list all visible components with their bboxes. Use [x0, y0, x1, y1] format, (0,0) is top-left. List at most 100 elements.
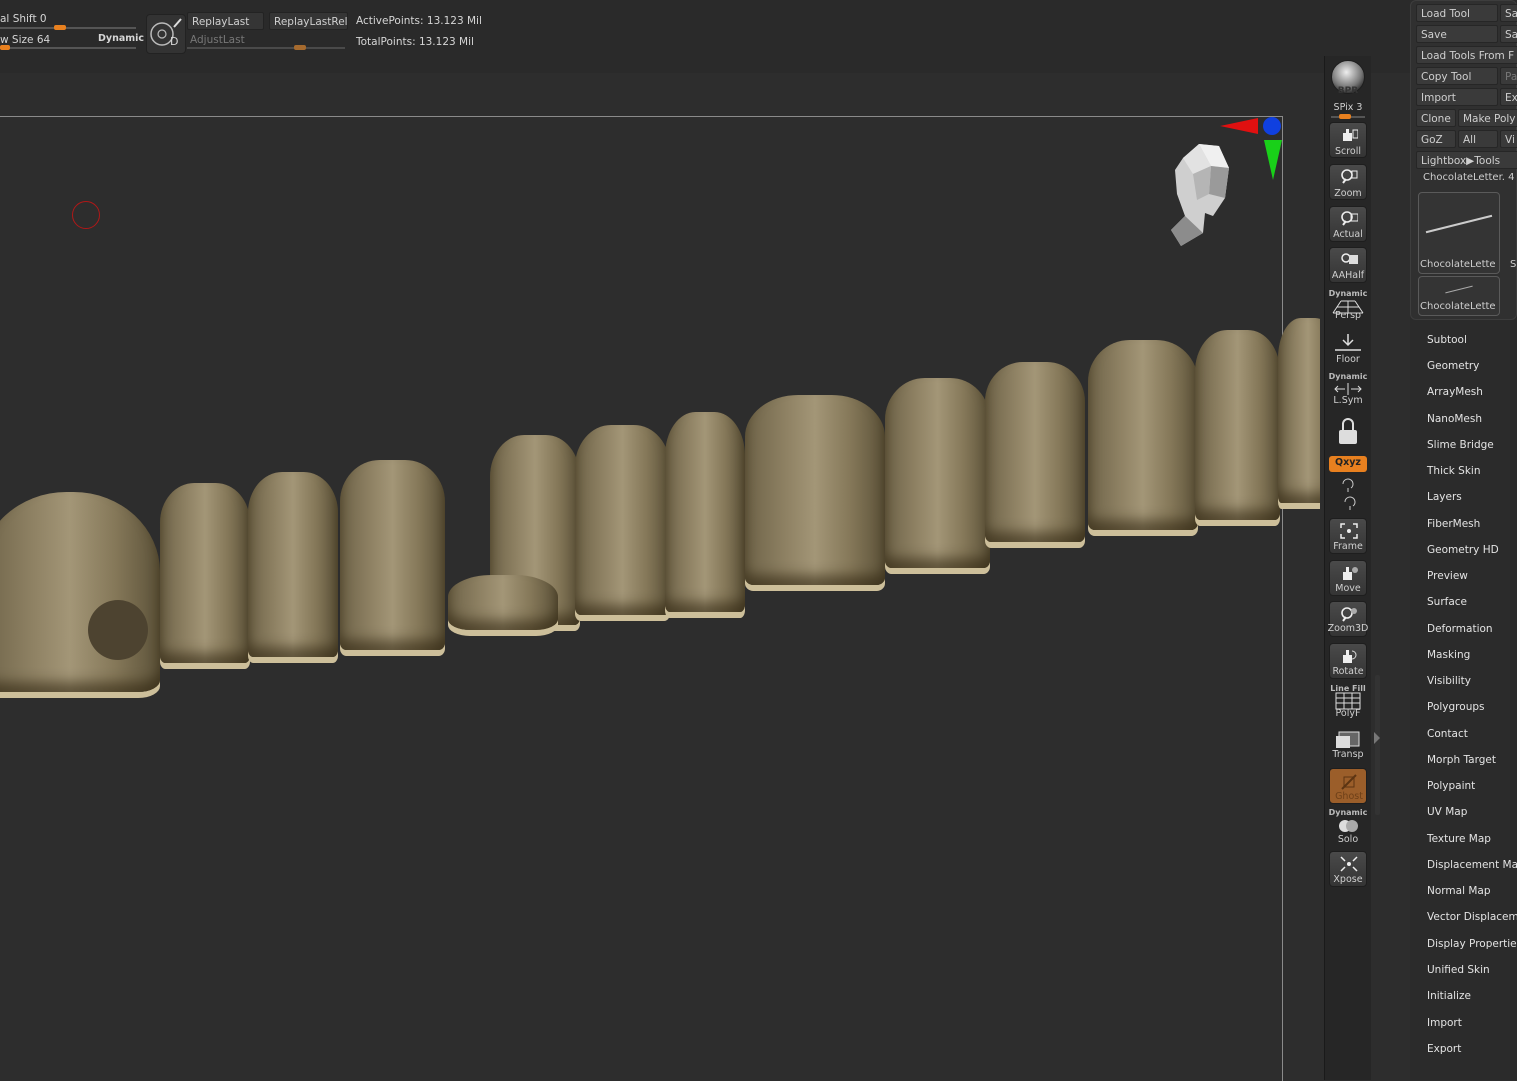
goz-button[interactable]: GoZ: [1416, 130, 1456, 148]
local-symmetry-icon[interactable]: [1333, 382, 1363, 396]
zoom-label: Zoom: [1334, 188, 1362, 199]
menu-geometry[interactable]: Geometry: [1427, 360, 1479, 372]
paste-tool-button[interactable]: Pa: [1500, 67, 1517, 85]
tool-thumbnail-2-label: ChocolateLette: [1420, 301, 1496, 312]
brush-cursor: [72, 201, 100, 229]
export-button[interactable]: Ex: [1500, 88, 1517, 106]
tool-palette-header: Load Tool Sa Save Sa Load Tools From F C…: [1410, 0, 1517, 320]
scroll-hand-icon: [1343, 129, 1358, 141]
letter-m-right: [985, 362, 1085, 542]
menu-layers[interactable]: Layers: [1427, 491, 1462, 503]
menu-polypaint[interactable]: Polypaint: [1427, 780, 1475, 792]
collapse-arrow-icon[interactable]: [1374, 732, 1380, 744]
draw-size-slider-knob[interactable]: [0, 45, 10, 50]
menu-initialize[interactable]: Initialize: [1427, 990, 1471, 1002]
menu-vector-displacement[interactable]: Vector Displacem: [1427, 911, 1517, 923]
lsym-label: L.Sym: [1333, 395, 1363, 406]
brush-selector-button[interactable]: D: [146, 14, 186, 54]
transp-label: Transp: [1332, 749, 1364, 760]
letter-g-hole: [88, 600, 148, 660]
menu-contact[interactable]: Contact: [1427, 728, 1468, 740]
transparency-icon[interactable]: [1335, 730, 1361, 750]
menu-arraymesh[interactable]: ArrayMesh: [1427, 386, 1483, 398]
actual-size-icon: [1341, 211, 1358, 226]
menu-import[interactable]: Import: [1427, 1017, 1462, 1029]
spix-label: SPix 3: [1333, 102, 1363, 113]
replay-last-button[interactable]: ReplayLast: [187, 12, 264, 30]
lsym-dynamic-label: Dynamic: [1328, 372, 1368, 381]
goz-visible-button[interactable]: Vi: [1500, 130, 1517, 148]
menu-preview[interactable]: Preview: [1427, 570, 1468, 582]
rotate-axes-icon[interactable]: [1339, 476, 1357, 512]
top-toolbar: al Shift 0 w Size 64 Dynamic D ReplayLas…: [0, 0, 1410, 73]
save-secondary-button[interactable]: Sa: [1500, 25, 1517, 43]
menu-fibermesh[interactable]: FiberMesh: [1427, 518, 1480, 530]
load-tools-from-project-button[interactable]: Load Tools From F: [1416, 46, 1517, 64]
axis-gizmo[interactable]: [1216, 114, 1286, 184]
rotate-label: Rotate: [1332, 666, 1364, 677]
menu-polygroups[interactable]: Polygroups: [1427, 701, 1484, 713]
ghost-label: Ghost: [1335, 791, 1363, 802]
floor-label: Floor: [1336, 354, 1360, 365]
menu-slime-bridge[interactable]: Slime Bridge: [1427, 439, 1494, 451]
xyz-symmetry-button[interactable]: Qxyz: [1329, 456, 1367, 472]
menu-unified-skin[interactable]: Unified Skin: [1427, 964, 1490, 976]
aahalf-label: AAHalf: [1331, 270, 1365, 281]
rotate-icon: [1343, 650, 1357, 663]
menu-texture-map[interactable]: Texture Map: [1427, 833, 1491, 845]
xpose-label: Xpose: [1333, 874, 1363, 885]
save-button[interactable]: Save: [1416, 25, 1498, 43]
menu-nanomesh[interactable]: NanoMesh: [1427, 413, 1482, 425]
menu-displacement-map[interactable]: Displacement Ma: [1427, 859, 1517, 871]
adjust-last-slider-track[interactable]: [187, 47, 345, 49]
draw-size-slider-track[interactable]: [0, 47, 136, 49]
make-polymesh-button[interactable]: Make Poly: [1458, 109, 1517, 127]
menu-thick-skin[interactable]: Thick Skin: [1427, 465, 1481, 477]
menu-normal-map[interactable]: Normal Map: [1427, 885, 1491, 897]
replay-last-rel-button[interactable]: ReplayLastRel: [269, 12, 348, 30]
tool-thumbnail-2-preview: [1445, 285, 1473, 294]
goz-all-button[interactable]: All: [1458, 130, 1498, 148]
axis-z-dot-icon: [1263, 117, 1281, 135]
brush-icon: [150, 18, 182, 46]
shelf-scrollbar[interactable]: [1375, 675, 1380, 815]
load-tool-button[interactable]: Load Tool: [1416, 4, 1498, 22]
menu-morph-target[interactable]: Morph Target: [1427, 754, 1496, 766]
solo-icon[interactable]: [1337, 816, 1359, 836]
ghost-icon: [1341, 774, 1357, 790]
actual-label: Actual: [1333, 229, 1363, 240]
menu-deformation[interactable]: Deformation: [1427, 623, 1493, 635]
menu-visibility[interactable]: Visibility: [1427, 675, 1471, 687]
letter-n-left: [1088, 340, 1198, 530]
letter-g: [0, 492, 160, 692]
clone-button[interactable]: Clone: [1416, 109, 1456, 127]
frame-icon: [1340, 523, 1358, 539]
copy-tool-button[interactable]: Copy Tool: [1416, 67, 1498, 85]
letter-h-left: [160, 483, 250, 663]
menu-geometry-hd[interactable]: Geometry HD: [1427, 544, 1499, 556]
dynamic-toggle[interactable]: Dynamic: [98, 33, 144, 44]
save-as-button[interactable]: Sa: [1500, 4, 1517, 22]
menu-subtool[interactable]: Subtool: [1427, 334, 1467, 346]
menu-surface[interactable]: Surface: [1427, 596, 1467, 608]
letter-h-right: [248, 472, 338, 657]
menu-uv-map[interactable]: UV Map: [1427, 806, 1467, 818]
shift-slider-track[interactable]: [0, 27, 136, 29]
letter-m-left: [885, 378, 990, 568]
import-button[interactable]: Import: [1416, 88, 1498, 106]
tool-thumbnail-1-label: ChocolateLette: [1420, 259, 1496, 270]
menu-masking[interactable]: Masking: [1427, 649, 1470, 661]
menu-export[interactable]: Export: [1427, 1043, 1461, 1055]
aahalf-icon: [1341, 253, 1358, 264]
shift-slider-knob[interactable]: [54, 25, 66, 30]
spix-slider-knob[interactable]: [1339, 114, 1351, 119]
lightbox-tools-button[interactable]: Lightbox▶Tools: [1416, 151, 1517, 169]
floor-grid-icon[interactable]: [1333, 332, 1363, 354]
lock-icon[interactable]: [1335, 416, 1361, 446]
adjust-last-slider-knob[interactable]: [294, 45, 306, 50]
menu-display-properties[interactable]: Display Propertie: [1427, 938, 1517, 950]
letter-k-stem: [575, 425, 670, 615]
active-points-readout: ActivePoints: 13.123 Mil: [356, 15, 482, 27]
ghost-button[interactable]: Ghost: [1329, 768, 1367, 804]
axis-x-arrow-icon: [1220, 118, 1258, 134]
